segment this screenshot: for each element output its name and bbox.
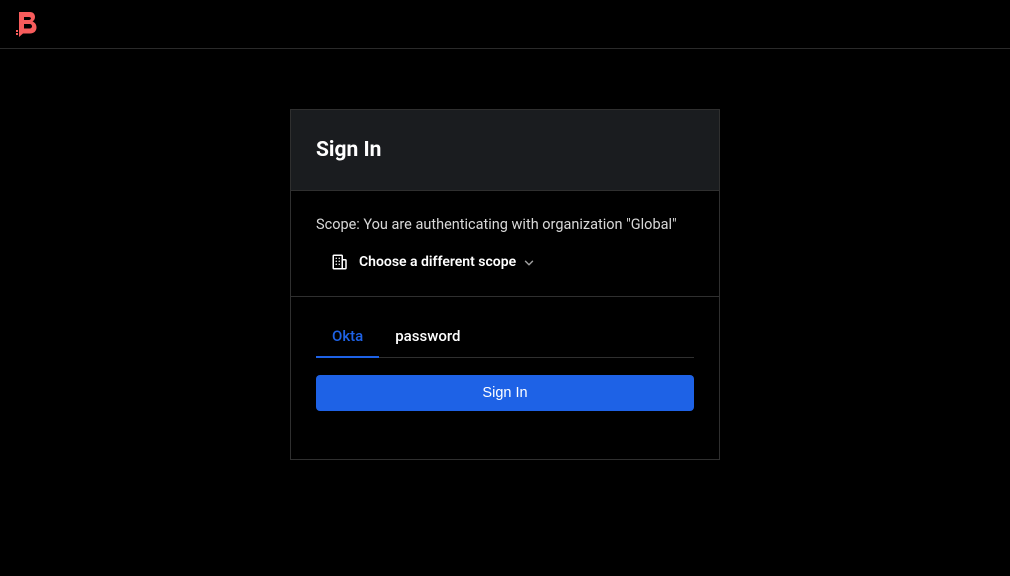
choose-scope-button[interactable]: Choose a different scope	[316, 253, 694, 271]
main-content: Sign In Scope: You are authenticating wi…	[0, 49, 1010, 460]
scope-message: Scope: You are authenticating with organ…	[316, 216, 694, 233]
tab-okta[interactable]: Okta	[316, 327, 379, 357]
signin-card: Sign In Scope: You are authenticating wi…	[290, 109, 720, 460]
signin-button[interactable]: Sign In	[316, 375, 694, 411]
topbar	[0, 0, 1010, 49]
tab-password[interactable]: password	[379, 327, 476, 357]
auth-method-tabs: Okta password	[316, 327, 694, 358]
card-header: Sign In	[291, 110, 719, 191]
brand-logo	[16, 10, 38, 38]
building-icon	[331, 253, 349, 271]
page-title: Sign In	[316, 138, 694, 162]
choose-scope-label: Choose a different scope	[359, 254, 516, 270]
scope-section: Scope: You are authenticating with organ…	[291, 191, 719, 297]
card-body: Okta password Sign In	[291, 297, 719, 459]
chevron-down-icon	[522, 255, 536, 269]
